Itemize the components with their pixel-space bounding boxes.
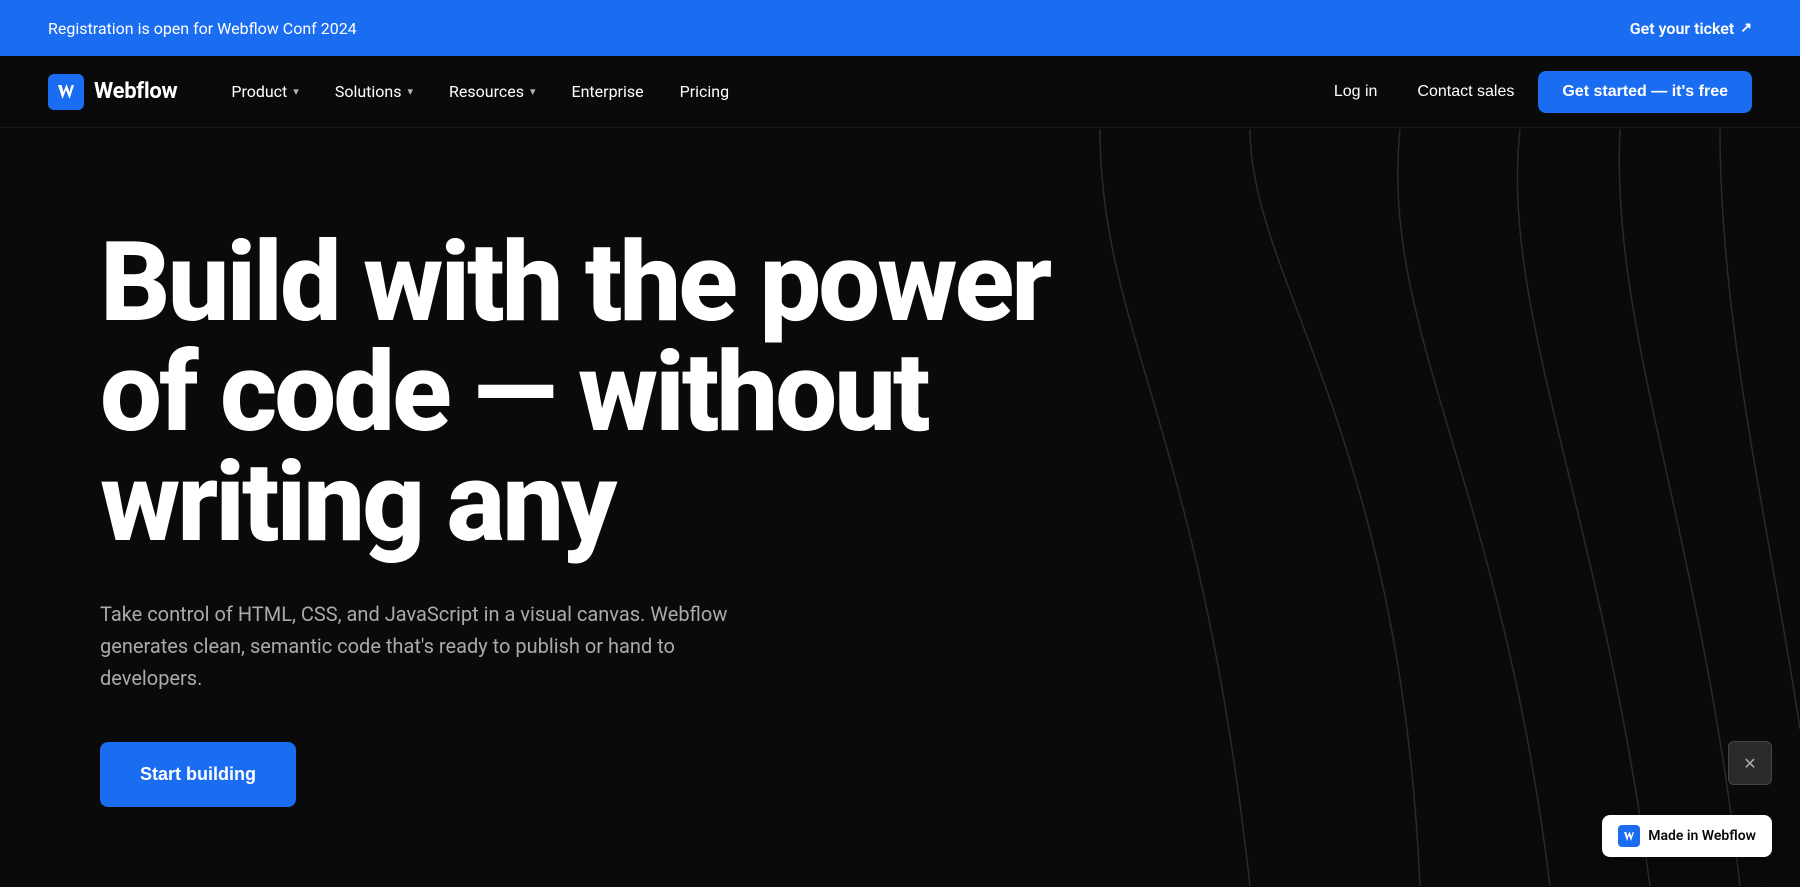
get-started-button[interactable]: Get started — it's free (1538, 71, 1752, 113)
hero-subtext: Take control of HTML, CSS, and JavaScrip… (100, 598, 780, 694)
nav-items: Product ▾ Solutions ▾ Resources ▾ Enterp… (217, 74, 743, 109)
nav-item-solutions-label: Solutions (335, 82, 402, 101)
nav-item-product[interactable]: Product ▾ (217, 74, 312, 109)
login-button[interactable]: Log in (1318, 75, 1394, 109)
hero-headline: Build with the power of code — without w… (100, 228, 1060, 558)
announcement-link-text: Get your ticket (1630, 19, 1735, 38)
chat-close-button[interactable]: ✕ (1728, 741, 1772, 785)
close-icon: ✕ (1743, 754, 1756, 773)
nav-item-resources-label: Resources (449, 82, 524, 101)
contact-sales-button[interactable]: Contact sales (1401, 75, 1530, 109)
announcement-text: Registration is open for Webflow Conf 20… (48, 19, 357, 38)
webflow-badge-logo-icon (1618, 825, 1640, 847)
nav-item-product-label: Product (231, 82, 287, 101)
hero-section: Build with the power of code — without w… (0, 128, 1800, 887)
logo[interactable]: Webflow (48, 74, 177, 110)
hero-headline-line3: writing any (100, 438, 614, 567)
nav-item-resources[interactable]: Resources ▾ (435, 74, 549, 109)
chevron-down-icon: ▾ (530, 85, 536, 98)
nav-item-pricing-label: Pricing (680, 82, 730, 101)
chevron-down-icon: ▾ (408, 85, 414, 98)
nav-item-pricing[interactable]: Pricing (666, 74, 744, 109)
start-building-button[interactable]: Start building (100, 742, 296, 807)
hero-content: Build with the power of code — without w… (100, 228, 1060, 807)
webflow-logo-icon (48, 74, 84, 110)
nav-item-enterprise-label: Enterprise (572, 82, 644, 101)
nav-left: Webflow Product ▾ Solutions ▾ Resources … (48, 74, 743, 110)
announcement-bar: Registration is open for Webflow Conf 20… (0, 0, 1800, 56)
nav-item-solutions[interactable]: Solutions ▾ (321, 74, 427, 109)
logo-text: Webflow (94, 79, 177, 104)
announcement-link[interactable]: Get your ticket ↗ (1630, 19, 1752, 38)
external-link-icon: ↗ (1740, 20, 1752, 36)
made-in-webflow-text: Made in Webflow (1648, 828, 1756, 844)
navbar: Webflow Product ▾ Solutions ▾ Resources … (0, 56, 1800, 128)
chevron-down-icon: ▾ (293, 85, 299, 98)
nav-right: Log in Contact sales Get started — it's … (1318, 71, 1752, 113)
made-in-webflow-badge[interactable]: Made in Webflow (1602, 815, 1772, 857)
nav-item-enterprise[interactable]: Enterprise (558, 74, 658, 109)
